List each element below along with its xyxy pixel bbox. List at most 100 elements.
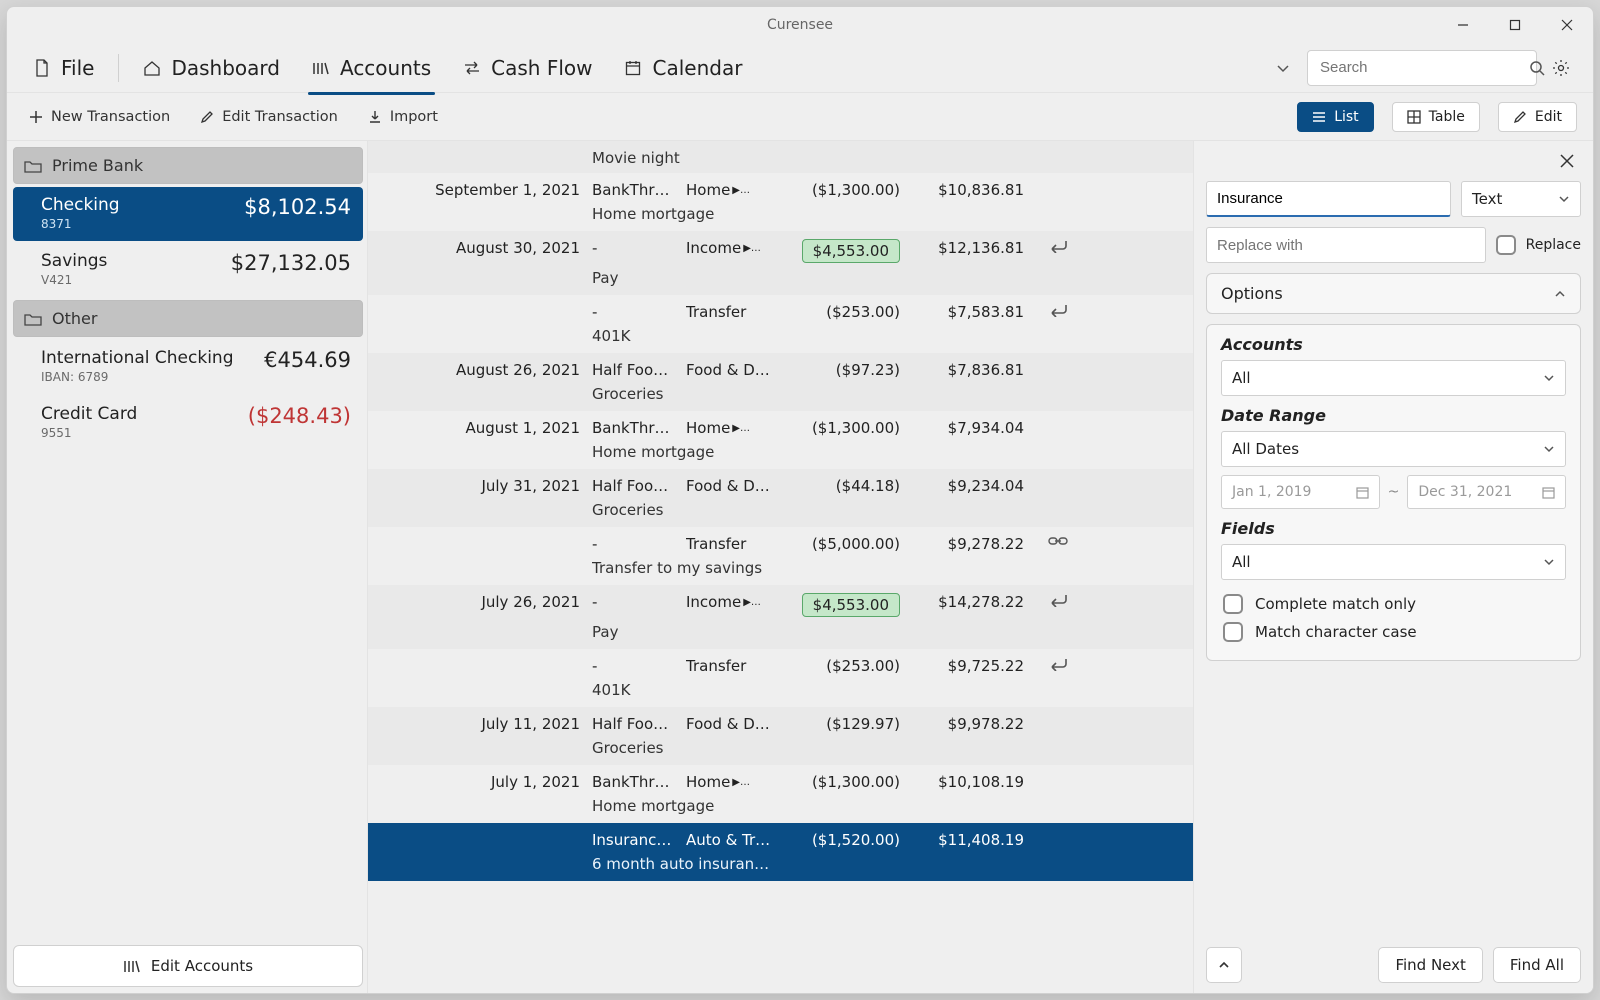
view-edit-button[interactable]: Edit: [1498, 102, 1577, 132]
link-icon[interactable]: [1028, 535, 1088, 547]
chevron-right-icon: ▶…: [743, 243, 761, 254]
tx-memo: Groceries: [592, 385, 1024, 403]
table-row[interactable]: August 26, 2021Half Foo…Food & D…($97.23…: [368, 353, 1193, 411]
account-group-prime[interactable]: Prime Bank: [13, 147, 363, 184]
transaction-list[interactable]: Movie night September 1, 2021BankThr…Hom…: [367, 141, 1193, 993]
table-row[interactable]: -Transfer($5,000.00)$9,278.22Transfer to…: [368, 527, 1193, 585]
account-name: Savings: [41, 251, 107, 271]
table-row[interactable]: August 1, 2021BankThr…Home ▶…($1,300.00)…: [368, 411, 1193, 469]
table-row[interactable]: July 1, 2021BankThr…Home ▶…($1,300.00)$1…: [368, 765, 1193, 823]
tx-amount: ($1,300.00): [780, 419, 900, 437]
table-row[interactable]: -Transfer($253.00)$9,725.22401K: [368, 649, 1193, 707]
return-icon[interactable]: [1028, 239, 1088, 253]
view-list-button[interactable]: List: [1297, 102, 1373, 132]
account-group-other[interactable]: Other: [13, 300, 363, 337]
menu-separator: [118, 54, 119, 82]
match-case-checkbox[interactable]: [1223, 622, 1243, 642]
edit-accounts-button[interactable]: Edit Accounts: [13, 945, 363, 987]
edit-transaction-button[interactable]: Edit Transaction: [194, 105, 344, 129]
chevron-down-icon: [1543, 444, 1555, 454]
account-balance: $8,102.54: [244, 195, 351, 219]
daterange-select[interactable]: All Dates: [1221, 431, 1566, 467]
import-button[interactable]: Import: [362, 105, 444, 129]
account-balance: €454.69: [264, 348, 351, 372]
account-row-savings[interactable]: Savings V421 $27,132.05: [13, 243, 363, 297]
menu-file[interactable]: File: [19, 50, 108, 86]
pencil-icon: [200, 110, 214, 124]
tx-category: Auto & Tr…: [686, 831, 776, 849]
date-from-input[interactable]: Jan 1, 2019: [1221, 475, 1380, 509]
accounts-filter-select[interactable]: All: [1221, 360, 1566, 396]
chevron-right-icon: ▶…: [732, 185, 750, 196]
table-row[interactable]: July 11, 2021Half Foo…Food & D…($129.97)…: [368, 707, 1193, 765]
chevron-down-icon: [1543, 373, 1555, 383]
menu-calendar[interactable]: Calendar: [610, 50, 756, 86]
global-search[interactable]: [1307, 50, 1537, 86]
folder-icon: [24, 159, 42, 173]
calendar-icon: [1542, 486, 1555, 499]
tx-payee: BankThr…: [592, 181, 682, 199]
find-type-select[interactable]: Text: [1461, 181, 1581, 217]
folder-icon: [24, 312, 42, 326]
tx-memo: Home mortgage: [592, 205, 1024, 223]
return-icon[interactable]: [1028, 657, 1088, 671]
menu-file-label: File: [61, 56, 94, 80]
settings-button[interactable]: [1541, 50, 1581, 86]
tx-category: Transfer: [686, 303, 776, 321]
match-case-label: Match character case: [1255, 623, 1417, 641]
table-row[interactable]: July 31, 2021Half Foo…Food & D…($44.18)$…: [368, 469, 1193, 527]
menu-overflow[interactable]: [1263, 50, 1303, 86]
tx-balance: $7,836.81: [904, 361, 1024, 379]
find-all-button[interactable]: Find All: [1493, 947, 1581, 983]
chevron-down-icon: [1543, 557, 1555, 567]
tx-payee: -: [592, 303, 682, 321]
complete-match-label: Complete match only: [1255, 595, 1416, 613]
date-from-value: Jan 1, 2019: [1232, 484, 1311, 500]
table-row[interactable]: Insuranc…Auto & Tr…($1,520.00)$11,408.19…: [368, 823, 1193, 881]
edit-transaction-label: Edit Transaction: [222, 109, 338, 125]
table-row[interactable]: July 26, 2021-Income ▶…$4,553.00$14,278.…: [368, 585, 1193, 649]
fields-filter-select[interactable]: All: [1221, 544, 1566, 580]
replace-label: Replace: [1526, 237, 1581, 253]
download-icon: [368, 110, 382, 124]
grid-icon: [1407, 110, 1421, 124]
complete-match-checkbox[interactable]: [1223, 594, 1243, 614]
library-icon: [312, 60, 330, 76]
tx-date: July 31, 2021: [378, 477, 588, 495]
account-row-credit[interactable]: Credit Card 9551 ($248.43): [13, 396, 363, 450]
menu-accounts[interactable]: Accounts: [298, 50, 445, 86]
close-icon: [1559, 153, 1575, 169]
table-row[interactable]: -Transfer($253.00)$7,583.81401K: [368, 295, 1193, 353]
table-row[interactable]: September 1, 2021BankThr…Home ▶…($1,300.…: [368, 173, 1193, 231]
fields-filter-value: All: [1232, 553, 1251, 571]
return-icon[interactable]: [1028, 303, 1088, 317]
date-to-input[interactable]: Dec 31, 2021: [1407, 475, 1566, 509]
table-row[interactable]: August 30, 2021-Income ▶…$4,553.00$12,13…: [368, 231, 1193, 295]
tx-date: September 1, 2021: [378, 181, 588, 199]
find-prev-button[interactable]: [1206, 947, 1242, 983]
options-toggle[interactable]: Options: [1206, 273, 1581, 314]
find-panel-close[interactable]: [1553, 151, 1581, 171]
menu-cashflow[interactable]: Cash Flow: [449, 50, 606, 86]
account-name: Checking: [41, 195, 120, 215]
global-search-input[interactable]: [1318, 58, 1521, 77]
window-close[interactable]: [1541, 7, 1593, 43]
view-table-button[interactable]: Table: [1392, 102, 1480, 132]
window-maximize[interactable]: [1489, 7, 1541, 43]
menu-dashboard[interactable]: Dashboard: [129, 50, 294, 86]
pencil-icon: [1513, 110, 1527, 124]
tx-memo: Home mortgage: [592, 443, 1024, 461]
find-input[interactable]: [1206, 181, 1451, 217]
window-minimize[interactable]: [1437, 7, 1489, 43]
return-icon[interactable]: [1028, 593, 1088, 607]
replace-input[interactable]: [1206, 227, 1486, 263]
find-next-button[interactable]: Find Next: [1378, 947, 1482, 983]
table-row[interactable]: Movie night: [368, 141, 1193, 173]
replace-checkbox[interactable]: [1496, 235, 1516, 255]
new-transaction-button[interactable]: New Transaction: [23, 105, 176, 129]
tx-amount: ($1,300.00): [780, 773, 900, 791]
account-row-checking[interactable]: Checking 8371 $8,102.54: [13, 187, 363, 241]
tx-balance: $14,278.22: [904, 593, 1024, 611]
chevron-up-icon: [1218, 960, 1230, 970]
account-row-intl[interactable]: International Checking IBAN: 6789 €454.6…: [13, 340, 363, 394]
